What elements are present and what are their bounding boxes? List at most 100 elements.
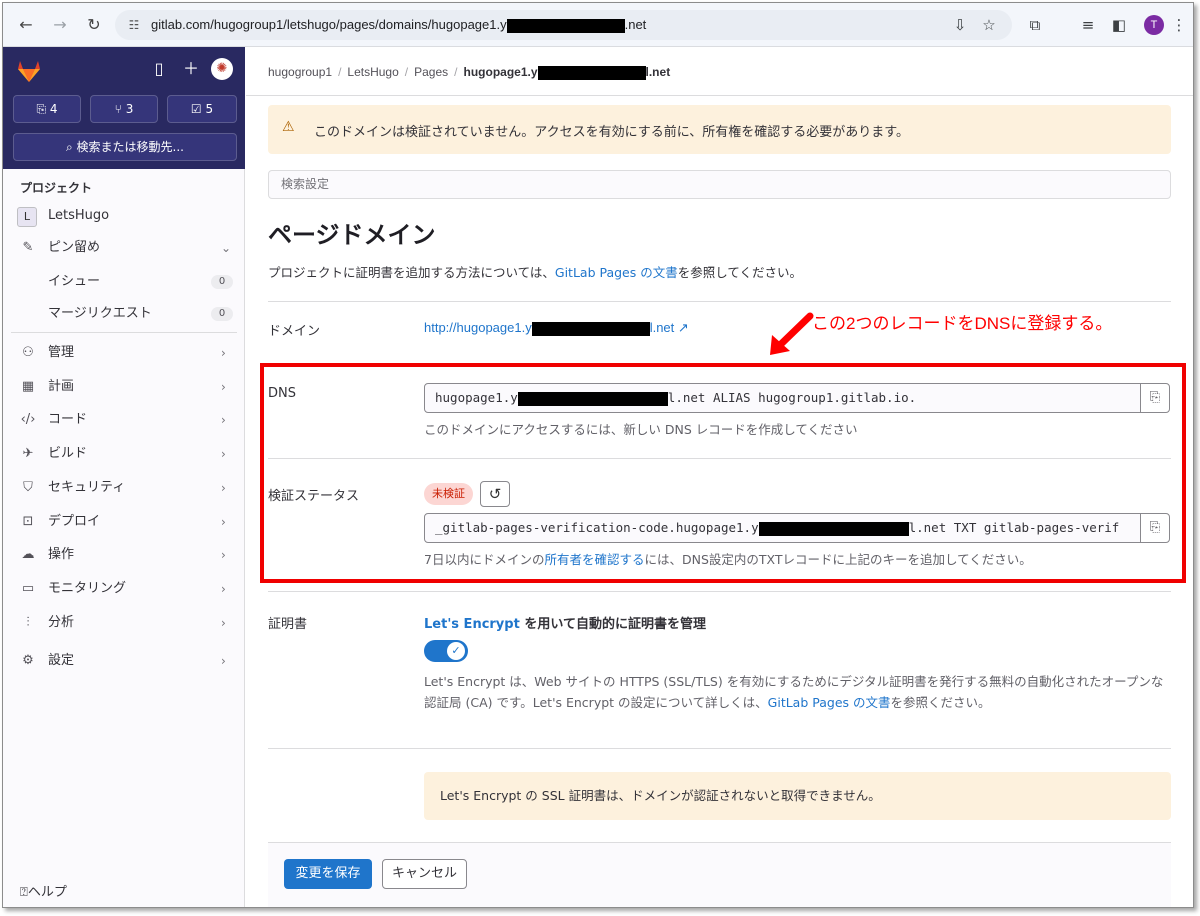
check-icon: ✓: [447, 642, 465, 660]
breadcrumb-pages[interactable]: Pages: [414, 65, 448, 79]
chevron-right-icon: ›: [221, 380, 226, 394]
domain-label: ドメイン: [268, 324, 321, 339]
lets-encrypt-link[interactable]: Let's Encrypt: [424, 617, 520, 632]
install-app-icon[interactable]: ⇩: [950, 15, 970, 35]
main-content: hugogroup1/LetsHugo / Pages / hugopage1.y l.n…: [246, 47, 1193, 907]
certificate-label: 証明書: [268, 617, 308, 632]
redaction-bar: [517, 391, 668, 406]
annotation-arrow-icon: [770, 312, 814, 355]
chevron-right-icon: ›: [221, 447, 226, 461]
sidebar-item-project[interactable]: L LetsHugo: [3, 201, 245, 231]
sidebar-section-title: プロジェクト: [20, 181, 93, 195]
copy-dns-button[interactable]: ⎘: [1140, 383, 1170, 413]
help-button[interactable]: ⍰ヘルプ: [20, 881, 67, 900]
refresh-icon: ↺: [488, 485, 502, 503]
create-new-icon[interactable]: ＋: [181, 59, 201, 79]
cancel-button[interactable]: キャンセル: [382, 859, 467, 889]
side-panel-icon[interactable]: ◧: [1109, 15, 1129, 35]
search-button[interactable]: ⌕ 検索または移動先...: [13, 133, 237, 161]
menu-icon[interactable]: ⋮: [1169, 15, 1189, 35]
sidebar-item-analytics[interactable]: ⫶ 分析 ›: [3, 608, 245, 638]
profile-avatar[interactable]: T: [1144, 15, 1164, 35]
site-settings-icon[interactable]: ☷: [125, 16, 143, 34]
browser-toolbar: ← → ↻ ☷ gitlab.com/hugogroup1/letshugo/p…: [3, 3, 1193, 47]
sidebar-toggle-icon[interactable]: ▯: [149, 59, 169, 79]
merge-requests-count-button[interactable]: ⑂ 3: [90, 95, 158, 123]
sidebar-item-code[interactable]: ‹/› コード ›: [3, 405, 245, 435]
breadcrumb-group[interactable]: hugogroup1: [268, 65, 332, 79]
chevron-down-icon: ⌄: [221, 241, 232, 255]
section-divider: [268, 591, 1171, 592]
section-divider: [268, 301, 1171, 302]
chevron-right-icon: ›: [221, 481, 226, 495]
save-button[interactable]: 変更を保存: [284, 859, 372, 889]
redaction-bar: [531, 321, 650, 336]
search-settings-input[interactable]: 検索設定: [268, 170, 1171, 199]
monitor-icon: ▭: [21, 581, 35, 596]
code-icon: ‹/›: [20, 412, 36, 427]
sidebar-divider: [11, 332, 237, 333]
sidebar-item-plan[interactable]: ▦ 計画 ›: [3, 372, 245, 402]
sidebar-item-monitor[interactable]: ▭ モニタリング ›: [3, 574, 245, 604]
verify-ownership-link[interactable]: 所有者を確認する: [544, 552, 644, 567]
chart-icon: ⫶: [26, 615, 30, 630]
issues-count-button[interactable]: ⎘ 4: [13, 95, 81, 123]
sidebar-item-pinned[interactable]: ✎ ピン留め ⌄: [3, 233, 245, 263]
gear-icon: ⚙: [22, 653, 34, 668]
domain-link[interactable]: http://hugopage1.y l.net ↗: [424, 320, 689, 336]
back-icon[interactable]: ←: [15, 14, 37, 36]
calendar-icon: ▦: [21, 379, 35, 394]
breadcrumb-current: hugopage1.y l.net: [463, 65, 671, 80]
verification-code-field[interactable]: _gitlab-pages-verification-code.hugopage…: [424, 513, 1141, 543]
chevron-right-icon: ›: [221, 654, 226, 668]
sidebar-item-build[interactable]: ✈ ビルド ›: [3, 439, 245, 469]
verification-help-text: 7日以内にドメインの所有者を確認するには、DNS設定内のTXTレコードに上記のキ…: [424, 552, 1032, 567]
users-icon: ⚇: [22, 345, 34, 360]
unverified-badge: 未検証: [424, 483, 473, 505]
form-actions: 変更を保存 キャンセル: [268, 842, 1171, 907]
certificate-description: Let's Encrypt は、Web サイトの HTTPS (SSL/TLS)…: [424, 674, 1164, 710]
copy-verification-button[interactable]: ⎘: [1140, 513, 1170, 543]
ssl-info-alert: Let's Encrypt の SSL 証明書は、ドメインが認証されないと取得で…: [424, 772, 1171, 820]
retry-verification-button[interactable]: ↺: [480, 481, 510, 507]
gitlab-logo-icon[interactable]: [15, 57, 43, 85]
annotation-text: この2つのレコードをDNSに登録する。: [812, 314, 1113, 333]
pages-docs-link[interactable]: GitLab Pages の文書: [768, 695, 891, 710]
dns-label: DNS: [268, 386, 296, 401]
dns-record-field[interactable]: hugopage1.y l.net ALIAS hugogroup1.gitlab…: [424, 383, 1141, 413]
todos-count-button[interactable]: ☑ 5: [167, 95, 237, 123]
browser-window: ← → ↻ ☷ gitlab.com/hugogroup1/letshugo/p…: [2, 2, 1194, 908]
sidebar-item-issues[interactable]: イシュー 0: [3, 267, 245, 297]
count-badge: 0: [211, 275, 233, 289]
sidebar-item-manage[interactable]: ⚇ 管理 ›: [3, 338, 245, 368]
sidebar-item-security[interactable]: ⛉ セキュリティ ›: [3, 473, 245, 503]
todo-icon: ☑: [190, 102, 202, 116]
reload-icon[interactable]: ↻: [83, 14, 105, 36]
url-text: gitlab.com/hugogroup1/letshugo/pages/dom…: [151, 17, 647, 33]
sidebar-item-deploy[interactable]: ⊡ デプロイ ›: [3, 507, 245, 537]
reading-list-icon[interactable]: ≡: [1078, 15, 1098, 35]
auto-ssl-toggle[interactable]: ✓: [424, 640, 468, 662]
breadcrumb-project[interactable]: LetsHugo: [347, 65, 398, 79]
extensions-icon[interactable]: ⧉: [1025, 15, 1045, 35]
section-divider: [268, 748, 1171, 749]
redaction-bar: [506, 18, 625, 33]
cloud-icon: ☁: [21, 547, 35, 562]
breadcrumb: hugogroup1/LetsHugo / Pages / hugopage1.y l.n…: [268, 65, 671, 80]
dns-help-text: このドメインにアクセスするには、新しい DNS レコードを作成してください: [424, 422, 858, 437]
section-divider: [268, 458, 1171, 459]
project-avatar: L: [17, 207, 37, 227]
sidebar-item-merge-requests[interactable]: マージリクエスト 0: [3, 299, 245, 329]
user-avatar[interactable]: ✺: [211, 58, 233, 80]
forward-icon[interactable]: →: [49, 14, 71, 36]
bookmark-star-icon[interactable]: ☆: [979, 15, 999, 35]
pages-docs-link[interactable]: GitLab Pages の文書: [555, 265, 678, 280]
sidebar-item-operate[interactable]: ☁ 操作 ›: [3, 540, 245, 570]
sidebar-item-settings[interactable]: ⚙ 設定 ›: [3, 646, 245, 676]
chevron-right-icon: ›: [221, 346, 226, 360]
page-description: プロジェクトに証明書を追加する方法については、GitLab Pages の文書を…: [268, 265, 802, 280]
sidebar: ▯ ＋ ✺ ⎘ 4 ⑂ 3 ☑ 5 ⌕ 検索または移動先... プロジェクト L…: [3, 47, 245, 907]
address-bar[interactable]: ☷ gitlab.com/hugogroup1/letshugo/pages/d…: [115, 10, 1012, 40]
header-divider: [246, 95, 1193, 96]
chevron-right-icon: ›: [221, 515, 226, 529]
